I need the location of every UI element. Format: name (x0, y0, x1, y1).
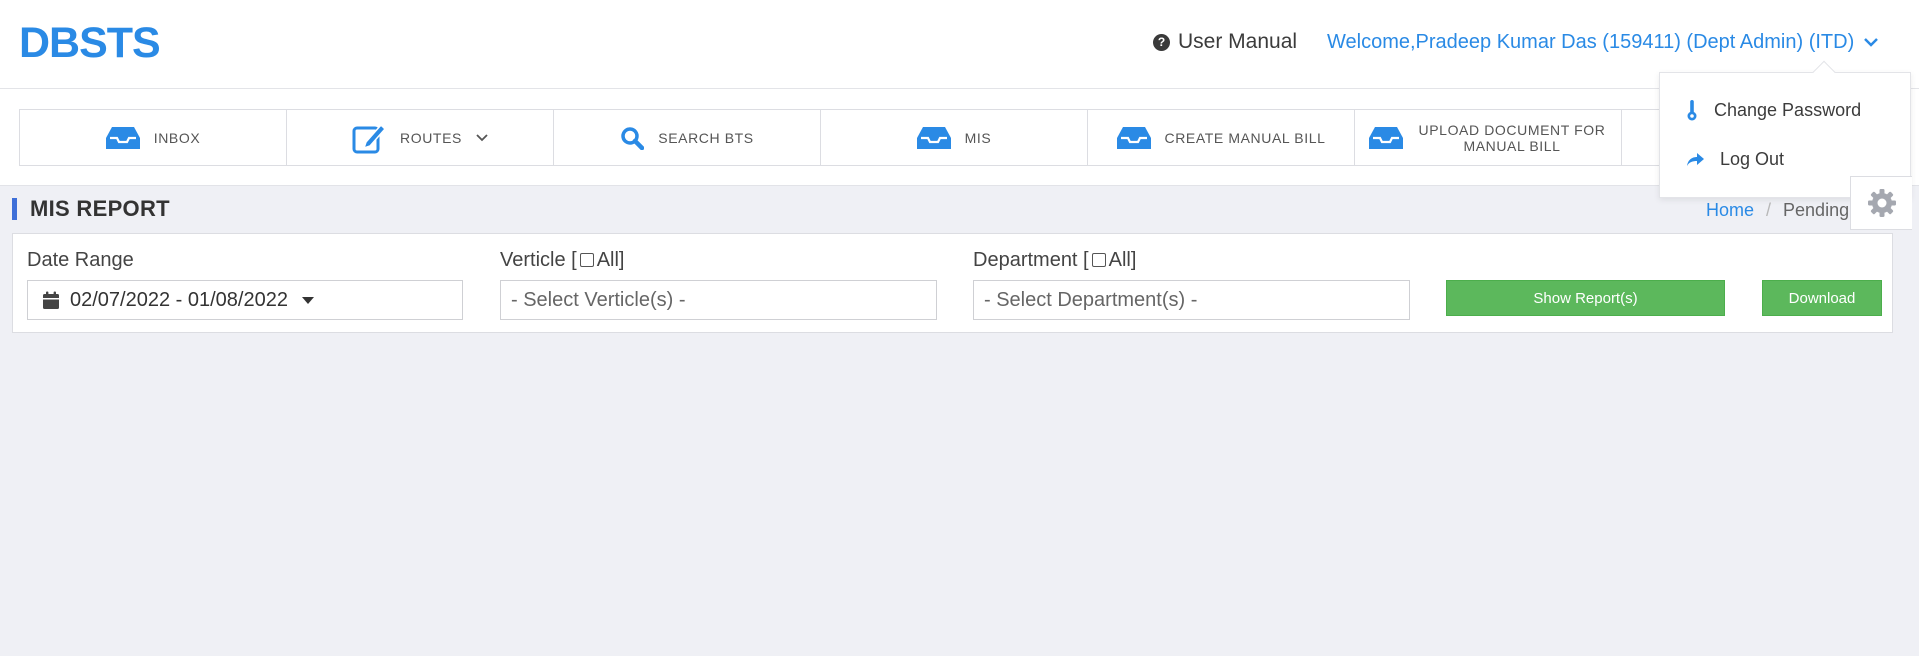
nav-create-manual-bill-label: CREATE MANUAL BILL (1164, 129, 1326, 146)
nav-upload-document[interactable]: UPLOAD DOCUMENT FOR MANUAL BILL (1355, 110, 1622, 165)
nav-inbox[interactable]: INBOX (20, 110, 287, 165)
title-accent-bar (12, 198, 17, 220)
log-out-item[interactable]: Log Out (1686, 149, 1784, 170)
chevron-down-icon (1864, 38, 1879, 47)
nav-mis-label: MIS (964, 129, 992, 146)
change-password-item[interactable]: Change Password (1686, 99, 1861, 121)
inbox-icon (1369, 126, 1403, 149)
chevron-down-icon (476, 133, 488, 141)
caret-down-icon (301, 296, 314, 304)
user-manual-link[interactable]: ? User Manual (1153, 29, 1297, 55)
department-label-prefix: Department [ (973, 249, 1089, 271)
inbox-icon (916, 126, 951, 149)
main-nav-bar: INBOX ROUTES SEARCH BTS MIS CREATE MANUA… (0, 89, 1919, 186)
verticle-select[interactable]: - Select Verticle(s) - (500, 280, 937, 320)
department-label-suffix: All] (1108, 249, 1137, 271)
change-password-label: Change Password (1714, 99, 1862, 120)
breadcrumb-separator: / (1766, 200, 1772, 220)
thermometer-icon (1687, 100, 1697, 121)
show-report-button[interactable]: Show Report(s) (1446, 280, 1725, 316)
search-icon (621, 126, 645, 150)
breadcrumb: Home / Pending (1706, 199, 1849, 221)
verticle-label-suffix: All] (596, 249, 625, 271)
page-header: MIS REPORT Home / Pending (12, 196, 1912, 222)
help-icon: ? (1153, 33, 1170, 51)
gear-icon (1867, 189, 1896, 217)
log-out-label: Log Out (1720, 149, 1785, 169)
edit-icon (352, 123, 387, 153)
nav-routes-label: ROUTES (400, 129, 462, 146)
welcome-text: Welcome,Pradeep Kumar Das (159411) (Dept… (1327, 31, 1855, 53)
date-range-picker[interactable]: 02/07/2022 - 01/08/2022 (27, 280, 463, 320)
nav-mis[interactable]: MIS (821, 110, 1088, 165)
verticle-label: Verticle [ All] (500, 248, 625, 272)
nav-create-manual-bill[interactable]: CREATE MANUAL BILL (1088, 110, 1355, 165)
nav-search-bts[interactable]: SEARCH BTS (554, 110, 821, 165)
breadcrumb-current: Pending (1783, 200, 1850, 220)
user-menu-toggle[interactable]: Welcome,Pradeep Kumar Das (159411) (Dept… (1327, 29, 1879, 55)
download-button[interactable]: Download (1762, 280, 1882, 316)
department-placeholder: - Select Department(s) - (984, 288, 1198, 311)
app-logo[interactable]: DBSTS (19, 18, 161, 68)
settings-toggle[interactable] (1850, 176, 1912, 230)
calendar-icon (43, 291, 59, 309)
share-arrow-icon (1687, 152, 1704, 166)
filter-panel: Date Range 02/07/2022 - 01/08/2022 Verti… (12, 233, 1893, 333)
inbox-icon (105, 126, 140, 149)
nav-routes[interactable]: ROUTES (287, 110, 554, 165)
inbox-icon (1116, 126, 1151, 149)
nav-search-bts-label: SEARCH BTS (658, 129, 754, 146)
department-select[interactable]: - Select Department(s) - (973, 280, 1410, 320)
nav-inbox-label: INBOX (153, 129, 201, 146)
nav-item-hidden[interactable] (1622, 110, 1662, 165)
nav-upload-document-label: UPLOAD DOCUMENT FOR MANUAL BILL (1418, 121, 1606, 154)
page-title: MIS REPORT (30, 196, 170, 221)
verticle-label-prefix: Verticle [ (500, 249, 577, 271)
date-range-label: Date Range (27, 249, 134, 271)
date-range-value: 02/07/2022 - 01/08/2022 (70, 288, 288, 311)
top-bar: DBSTS ? User Manual Welcome,Pradeep Kuma… (0, 0, 1919, 89)
department-label: Department [ All] (973, 248, 1136, 272)
main-nav: INBOX ROUTES SEARCH BTS MIS CREATE MANUA… (19, 109, 1662, 166)
user-manual-label: User Manual (1178, 30, 1298, 53)
verticle-all-checkbox[interactable] (579, 253, 594, 267)
breadcrumb-home[interactable]: Home (1706, 199, 1754, 221)
department-all-checkbox[interactable] (1091, 253, 1106, 267)
verticle-placeholder: - Select Verticle(s) - (511, 288, 686, 311)
